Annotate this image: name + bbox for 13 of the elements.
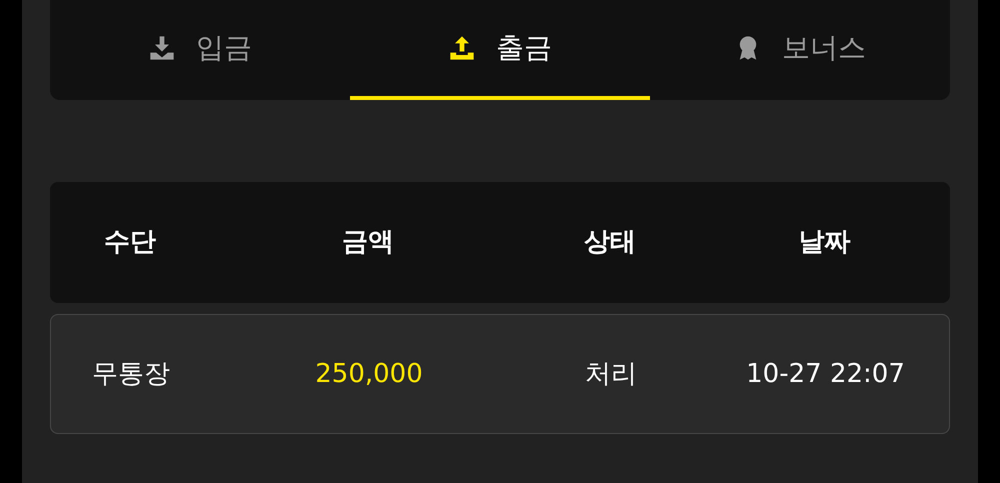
table-cell-text: 처리 [584,358,638,390]
tab[interactable]: 보너스 [650,0,950,100]
column-header: 금액 [341,226,395,259]
tab[interactable]: 출금 [350,0,650,100]
table-cell-text: 10-27 22:07 [745,358,906,390]
download-icon [148,34,176,62]
column-header: 날짜 [798,226,852,259]
table-cell-text: 250,000 [314,358,424,390]
column-header: 수단 [103,226,157,259]
tab[interactable]: 입금 [50,0,350,100]
table-cell-text: 무통장 [91,358,171,390]
upload-icon [448,34,476,62]
column-header: 상태 [583,226,637,259]
